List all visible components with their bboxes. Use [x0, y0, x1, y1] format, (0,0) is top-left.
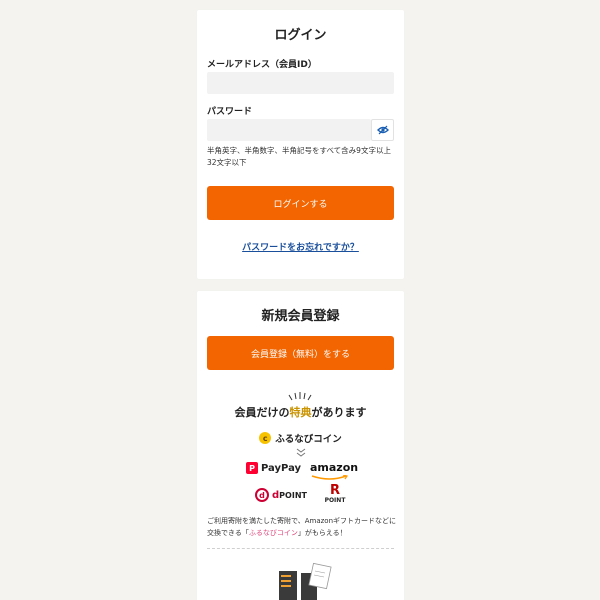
password-visibility-toggle[interactable] [371, 119, 394, 141]
sparkle-icon [288, 392, 312, 401]
rakuten-point-logo: R POINT [323, 484, 347, 504]
forgot-password-link[interactable]: パスワードをお忘れですか？ [197, 240, 404, 253]
login-button[interactable]: ログインする [207, 186, 394, 220]
login-card: ログイン メールアドレス（会員ID） パスワード 半角英字、半角数字、半角記号を… [197, 10, 404, 279]
rakuten-icon: R [329, 483, 340, 498]
password-hint: 半角英字、半角数字、半角記号をすべて含み9文字以上32文字以下 [207, 146, 391, 167]
register-title: 新規会員登録 [261, 309, 340, 324]
coin-label: ふるなびコイン [275, 434, 342, 445]
coin-row: c ふるなびコイン [197, 431, 404, 445]
paypay-icon: P [246, 462, 258, 474]
amazon-smile-icon [311, 475, 348, 480]
register-button[interactable]: 会員登録（無料）をする [207, 336, 394, 370]
paypay-text: PayPay [261, 462, 302, 474]
register-card: 新規会員登録 会員登録（無料）をする 会員だけの特典があります c ふるなびコイ… [197, 291, 404, 600]
eye-icon [376, 125, 389, 135]
email-input[interactable] [207, 72, 394, 94]
dpoint-text: POINT [279, 490, 307, 500]
chevron-down-icon [296, 448, 306, 457]
note-post: 」がもらえる！ [297, 529, 347, 537]
paypay-logo: P PayPay [246, 462, 301, 474]
password-label: パスワード [207, 107, 253, 117]
benefit-note: ご利用寄附を満たした寄附で、Amazonギフトカードなどに交換できる「ふるなびコ… [207, 515, 397, 539]
email-label: メールアドレス（会員ID） [207, 60, 317, 70]
benefit-title-highlight: 特典 [289, 406, 312, 419]
documents-illustration [279, 562, 332, 600]
login-title: ログイン [274, 28, 327, 43]
dpoint-logo: d dPOINT [255, 488, 307, 502]
note-highlight: ふるなびコイン [248, 529, 298, 537]
benefit-title-post: があります [311, 406, 367, 419]
amazon-logo: amazon [310, 461, 359, 474]
password-input[interactable] [207, 119, 371, 141]
dpoint-icon: d [255, 488, 269, 502]
benefit-title: 会員だけの特典があります [197, 404, 404, 420]
rakuten-point-text: POINT [324, 497, 346, 504]
coin-icon: c [259, 432, 272, 444]
benefit-title-pre: 会員だけの [234, 406, 290, 419]
divider [207, 548, 394, 549]
